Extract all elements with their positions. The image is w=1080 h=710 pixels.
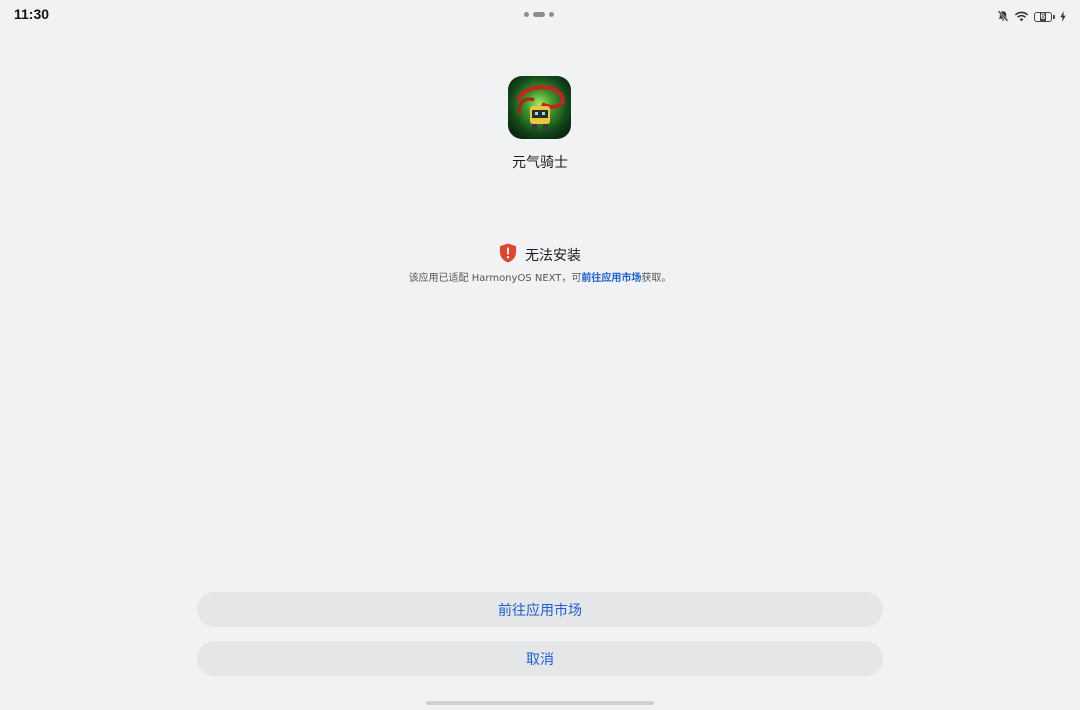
bell-off-icon — [997, 7, 1009, 26]
battery-icon: 6 — [1034, 11, 1055, 22]
warning-desc-suffix: 获取。 — [641, 273, 672, 284]
app-market-link[interactable]: 前往应用市场 — [581, 273, 641, 284]
dot-indicator — [524, 12, 529, 17]
warning-description: 该应用已适配 HarmonyOS NEXT，可前往应用市场获取。 — [0, 269, 1080, 284]
battery-body: 6 — [1034, 11, 1052, 22]
install-warning: 无法安装 — [0, 243, 1080, 267]
status-bar: 11:30 6 — [0, 0, 1080, 30]
home-indicator[interactable] — [426, 701, 654, 705]
go-to-app-market-button[interactable]: 前往应用市场 — [197, 592, 883, 627]
warning-desc-prefix: 该应用已适配 HarmonyOS NEXT，可 — [408, 273, 582, 284]
dot-indicator-active — [533, 12, 545, 17]
shield-alert-icon — [499, 243, 517, 267]
status-time: 11:30 — [14, 6, 50, 22]
battery-cap — [1053, 14, 1055, 19]
battery-level: 6 — [1039, 11, 1047, 21]
app-name: 元气骑士 — [512, 155, 568, 171]
charging-icon — [1060, 7, 1066, 26]
status-icons: 6 — [997, 7, 1066, 26]
wifi-icon — [1014, 7, 1029, 26]
warning-title: 无法安装 — [525, 248, 581, 264]
app-icon — [508, 76, 571, 139]
dot-indicator — [549, 12, 554, 17]
cancel-button[interactable]: 取消 — [197, 641, 883, 676]
multi-window-dots[interactable] — [524, 12, 554, 17]
